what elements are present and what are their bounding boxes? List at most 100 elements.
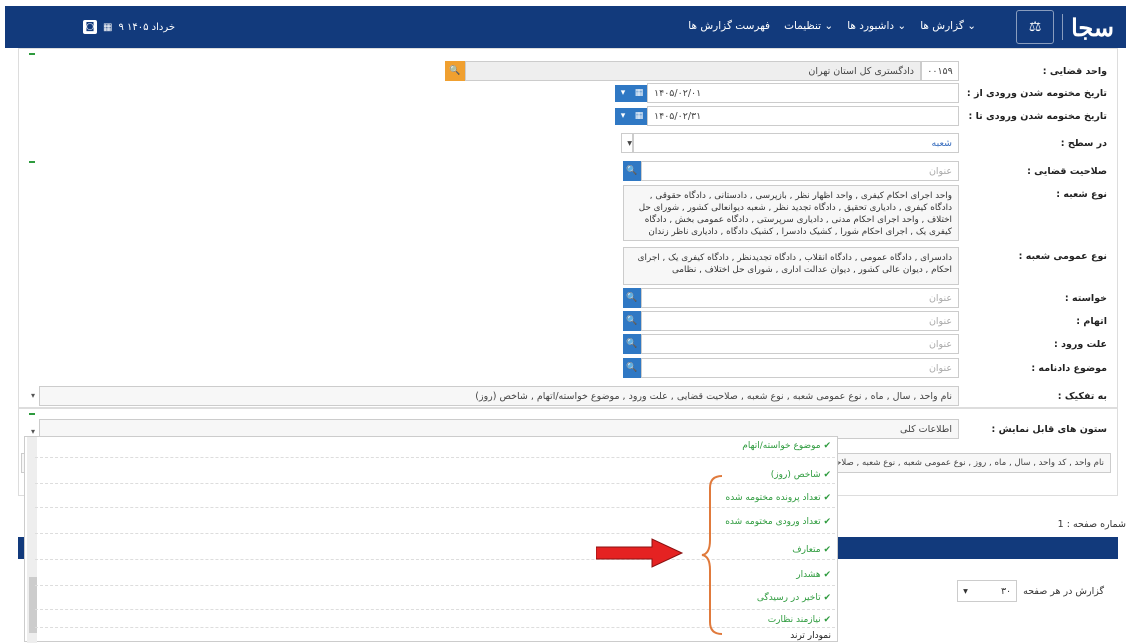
column-option[interactable]: ✔ هشدار xyxy=(796,570,831,580)
per-page-control: ۳۰ ▾ گزارش در هر صفحه xyxy=(957,580,1104,602)
column-option[interactable]: ✔ تاخیر در رسیدگی xyxy=(757,593,831,603)
nav-dashboards-label: داشبورد ها xyxy=(847,20,895,32)
nav-menu: گزارش ها ⌄ داشبورد ها ⌄ تنظیمات ⌄ فهرست … xyxy=(688,20,976,32)
calendar-icon[interactable]: ▦ xyxy=(631,84,647,102)
page: ⚖ سجا گزارش ها ⌄ داشبورد ها ⌄ تنظیمات ⌄ … xyxy=(0,0,1132,643)
level-label: در سطح : xyxy=(1060,137,1107,149)
accusation-label: اتهام : xyxy=(1076,315,1107,327)
unit-label: واحد قضایی : xyxy=(1042,65,1107,77)
current-date: ۹ خرداد ۱۴۰۵ xyxy=(118,21,176,33)
collapse-marker[interactable] xyxy=(29,413,35,415)
column-option-label: تاخیر در رسیدگی xyxy=(756,593,821,603)
chevron-down-icon[interactable]: ▾ xyxy=(621,133,633,153)
general-branch-type-label: نوع عمومی شعبه : xyxy=(1018,251,1107,262)
search-icon[interactable]: 🔍 xyxy=(623,161,641,181)
brand-name: سجا xyxy=(1071,12,1114,42)
column-option-label: متعارف xyxy=(792,545,821,555)
column-option-label: شاخص (روز) xyxy=(770,470,821,480)
judiciary-logo-icon: ⚖ xyxy=(1016,10,1055,44)
page-number: شماره صفحه : 1 xyxy=(1057,519,1126,530)
annotation-brace-icon xyxy=(701,475,723,635)
accusation-row: اتهام : عنوان 🔍 xyxy=(623,311,1107,331)
general-branch-type-list[interactable]: دادسرای , دادگاه عمومی , دادگاه انقلاب ,… xyxy=(623,247,959,285)
nav-date-area: ◙ ▦ ۹ خرداد ۱۴۰۵ xyxy=(83,20,175,34)
case-subject-input[interactable]: عنوان xyxy=(641,358,959,378)
column-option-label: نیازمند نظارت xyxy=(767,615,821,625)
column-option[interactable]: ✔ شاخص (روز) xyxy=(771,470,831,480)
breakdown-select[interactable]: نام واحد , سال , ماه , نوع عمومی شعبه , … xyxy=(39,386,959,406)
calendar-icon[interactable]: ▦ xyxy=(631,107,647,125)
collapse-marker[interactable] xyxy=(29,161,35,163)
branch-type-label: نوع شعبه : xyxy=(1056,189,1107,200)
column-option-label: هشدار xyxy=(796,570,821,580)
date-to-label: تاریخ مختومه شدن ورودی تا : xyxy=(968,110,1108,122)
per-page-label: گزارش در هر صفحه xyxy=(1023,585,1104,597)
chevron-down-icon[interactable]: ▾ xyxy=(31,391,35,400)
filter-panel: واحد قضایی : ۰۰۱۵۹ دادگستری کل استان تهر… xyxy=(18,48,1118,408)
nav-reports-label: گزارش ها xyxy=(920,20,964,32)
search-icon[interactable]: 🔍 xyxy=(623,358,641,378)
date-from-label: تاریخ مختومه شدن ورودی از : xyxy=(959,88,1107,99)
unit-row: واحد قضایی : ۰۰۱۵۹ دادگستری کل استان تهر… xyxy=(445,61,1107,81)
entry-reason-row: علت ورود : عنوان 🔍 xyxy=(623,334,1107,354)
level-select[interactable]: شعبه xyxy=(633,133,959,153)
entry-reason-input[interactable]: عنوان xyxy=(641,334,959,354)
column-option[interactable]: ✔ متعارف xyxy=(792,545,831,555)
brand-separator xyxy=(1062,14,1064,40)
chevron-down-icon[interactable]: ▾ xyxy=(615,107,631,125)
column-option[interactable]: ✔ تعداد پرونده مختومه شده xyxy=(726,493,831,503)
level-row: در سطح : شعبه ▾ xyxy=(621,133,1107,153)
jurisdiction-label: صلاحیت قضایی : xyxy=(1027,165,1107,177)
entry-reason-label: علت ورود : xyxy=(1054,338,1107,350)
column-option[interactable]: ✔ نیازمند نظارت xyxy=(768,615,831,625)
date-from-input[interactable]: ۱۴۰۵/۰۲/۰۱ xyxy=(647,83,959,103)
date-from-row: تاریخ مختومه شدن ورودی از : ۱۴۰۵/۰۲/۰۱ ▦… xyxy=(615,83,1107,103)
claim-label: خواسته : xyxy=(1064,292,1107,304)
unit-search-button[interactable]: 🔍 xyxy=(445,61,465,81)
nav-settings-label: تنظیمات xyxy=(784,20,822,32)
nav-report-list[interactable]: فهرست گزارش ها xyxy=(688,20,770,32)
per-page-select[interactable]: ۳۰ ▾ xyxy=(957,580,1018,602)
date-from-label-text: تاریخ مختومه شدن ورودی از : xyxy=(966,87,1107,99)
column-option-label: تعداد ورودی مختومه شده xyxy=(725,517,821,527)
jurisdiction-row: صلاحیت قضایی : عنوان 🔍 xyxy=(623,161,1107,181)
case-subject-label: موضوع دادنامه : xyxy=(1031,362,1107,374)
accusation-input[interactable]: عنوان xyxy=(641,311,959,331)
date-to-input[interactable]: ۱۴۰۵/۰۲/۳۱ xyxy=(647,106,959,126)
navbar: ⚖ سجا گزارش ها ⌄ داشبورد ها ⌄ تنظیمات ⌄ … xyxy=(5,6,1126,48)
column-option-label: نمودار ترند xyxy=(790,631,831,641)
unit-code[interactable]: ۰۰۱۵۹ xyxy=(921,61,959,81)
nav-reports[interactable]: گزارش ها ⌄ xyxy=(920,20,976,32)
dropdown-scrollbar[interactable] xyxy=(27,437,37,643)
nav-dashboards[interactable]: داشبورد ها ⌄ xyxy=(847,20,906,32)
search-icon[interactable]: 🔍 xyxy=(623,311,641,331)
search-icon[interactable]: 🔍 xyxy=(623,288,641,308)
rss-icon[interactable]: ◙ xyxy=(83,20,97,34)
chevron-down-icon[interactable]: ▾ xyxy=(31,427,35,436)
collapse-marker[interactable] xyxy=(29,53,35,55)
search-icon[interactable]: 🔍 xyxy=(623,334,641,354)
general-branch-type-values: دادسرای , دادگاه عمومی , دادگاه انقلاب ,… xyxy=(637,253,952,275)
date-to-row: تاریخ مختومه شدن ورودی تا : ۱۴۰۵/۰۲/۳۱ ▦… xyxy=(615,106,1107,126)
nav-settings[interactable]: تنظیمات ⌄ xyxy=(784,20,833,32)
case-subject-row: موضوع دادنامه : عنوان 🔍 xyxy=(623,358,1107,378)
per-page-value: ۳۰ xyxy=(1000,585,1012,597)
columns-label: ستون های قابل نمایش : xyxy=(991,423,1107,435)
claim-row: خواسته : عنوان 🔍 xyxy=(623,288,1107,308)
breakdown-row: به تفکیک : نام واحد , سال , ماه , نوع عم… xyxy=(39,386,1107,406)
column-option[interactable]: ✔ موضوع خواسته/اتهام xyxy=(742,441,831,451)
unit-name: دادگستری کل استان تهران xyxy=(465,61,921,81)
calendar-icon: ▦ xyxy=(103,21,113,33)
column-option[interactable]: ✔ تعداد ورودی مختومه شده xyxy=(725,517,831,527)
general-branch-type-row: نوع عمومی شعبه : دادسرای , دادگاه عمومی … xyxy=(623,247,1107,285)
chevron-down-icon[interactable]: ▾ xyxy=(615,84,631,102)
branch-type-values: واحد اجرای احکام کیفری , واحد اظهار نظر … xyxy=(638,191,952,237)
brand[interactable]: ⚖ سجا xyxy=(1016,10,1114,44)
branch-type-row: نوع شعبه : واحد اجرای احکام کیفری , واحد… xyxy=(623,185,1107,241)
column-option[interactable]: نمودار ترند xyxy=(790,631,831,641)
column-option-label: موضوع خواسته/اتهام xyxy=(742,441,821,451)
jurisdiction-input[interactable]: عنوان xyxy=(641,161,959,181)
claim-input[interactable]: عنوان xyxy=(641,288,959,308)
annotation-arrow-icon xyxy=(596,538,684,568)
branch-type-list[interactable]: واحد اجرای احکام کیفری , واحد اظهار نظر … xyxy=(623,185,959,241)
